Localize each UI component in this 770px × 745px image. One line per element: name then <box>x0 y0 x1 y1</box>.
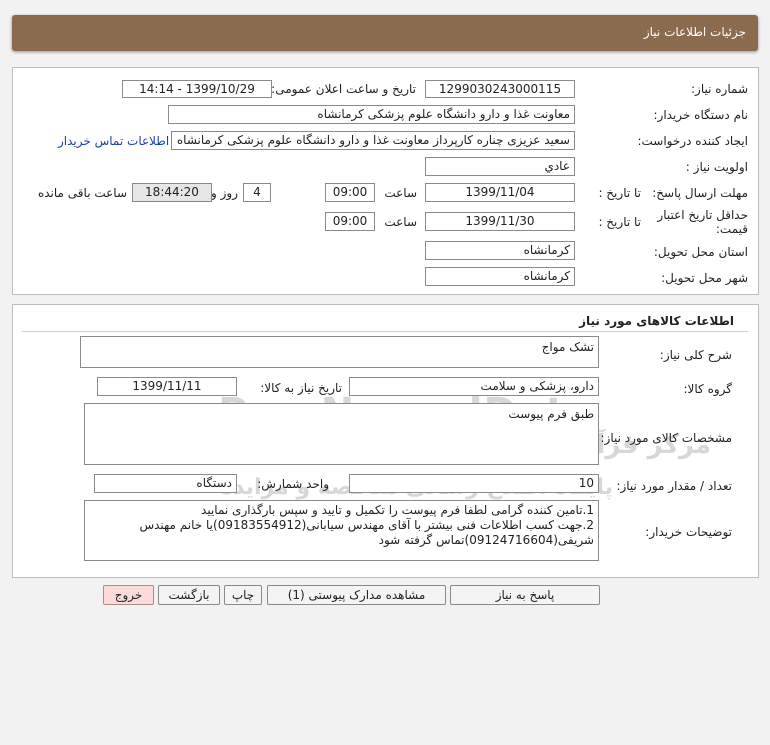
deadline-until-date-label: تا تاریخ : <box>598 186 641 200</box>
deadline-date-field: 1399/11/04 <box>425 183 575 202</box>
creator-label: ایجاد کننده درخواست: <box>637 134 748 148</box>
announce-date-label: تاریخ و ساعت اعلان عمومی: <box>271 82 416 96</box>
creator-field: سعید عزیزی چناره کارپرداز معاونت غذا و د… <box>171 131 575 150</box>
priority-field: عادي <box>425 157 575 176</box>
spec-field: طبق فرم پیوست <box>84 403 599 465</box>
exit-button[interactable]: خروج <box>103 585 154 605</box>
deadline-time-label: ساعت <box>384 186 417 200</box>
reply-button[interactable]: پاسخ به نیاز <box>450 585 600 605</box>
province-field: کرمانشاه <box>425 241 575 260</box>
remaining-days-field: 4 <box>243 183 271 202</box>
need-info-panel <box>12 67 759 295</box>
section-divider <box>22 331 748 332</box>
remaining-time-field: 18:44:20 <box>132 183 212 202</box>
unit-label: واحد شمارش: <box>257 477 329 491</box>
quantity-label: تعداد / مقدار مورد نیاز: <box>616 479 732 493</box>
deadline-time-field: 09:00 <box>325 183 375 202</box>
deadline-label: مهلت ارسال پاسخ: <box>652 186 748 200</box>
province-label: استان محل تحویل: <box>653 245 748 259</box>
buyer-notes-label: توضیحات خریدار: <box>645 525 732 539</box>
buyer-org-label: نام دستگاه خریدار: <box>653 108 749 122</box>
city-label: شهر محل تحویل: <box>661 271 748 285</box>
unit-field: دستگاه <box>94 474 237 493</box>
validity-label: حداقل تاریخ اعتبار قیمت: <box>657 208 748 236</box>
buyer-notes-field: 1.تامین کننده گرامی لطفا فرم پیوست را تک… <box>84 500 599 561</box>
need-date-field: 1399/11/11 <box>97 377 237 396</box>
quantity-field: 10 <box>349 474 599 493</box>
priority-label: اولویت نیاز : <box>685 160 748 174</box>
validity-time-label: ساعت <box>384 215 417 229</box>
remaining-time-label: ساعت باقی مانده <box>37 186 127 200</box>
view-attachments-button[interactable]: مشاهده مدارک پیوستی (1) <box>267 585 446 605</box>
back-button[interactable]: بازگشت <box>158 585 220 605</box>
page-title: جزئیات اطلاعات نیاز <box>643 25 746 39</box>
goods-group-field: دارو، پزشکی و سلامت <box>349 377 599 396</box>
need-number-field: 1299030243000115 <box>425 80 575 98</box>
spec-label: مشخصات کالای مورد نیاز: <box>600 431 732 445</box>
goods-section-title: اطلاعات کالاهای مورد نیاز <box>579 314 734 328</box>
buyer-contact-link[interactable]: اطلاعات تماس خریدار <box>58 134 169 148</box>
validity-until-date-label: تا تاریخ : <box>598 215 641 229</box>
summary-label: شرح کلی نیاز: <box>659 348 732 362</box>
announce-date-field: 1399/10/29 - 14:14 <box>122 80 272 98</box>
summary-field: تشک مواج <box>80 336 599 368</box>
print-button[interactable]: چاپ <box>224 585 262 605</box>
days-label: روز و <box>211 186 238 200</box>
validity-time-field: 09:00 <box>325 212 375 231</box>
city-field: کرمانشاه <box>425 267 575 286</box>
goods-group-label: گروه کالا: <box>683 382 733 396</box>
need-number-label: شماره نیاز: <box>691 82 748 96</box>
buyer-org-field: معاونت غذا و دارو دانشگاه علوم پزشکی کرم… <box>168 105 575 124</box>
need-date-label: تاریخ نیاز به کالا: <box>260 381 342 395</box>
page-header: جزئیات اطلاعات نیاز <box>12 15 758 51</box>
validity-date-field: 1399/11/30 <box>425 212 575 231</box>
